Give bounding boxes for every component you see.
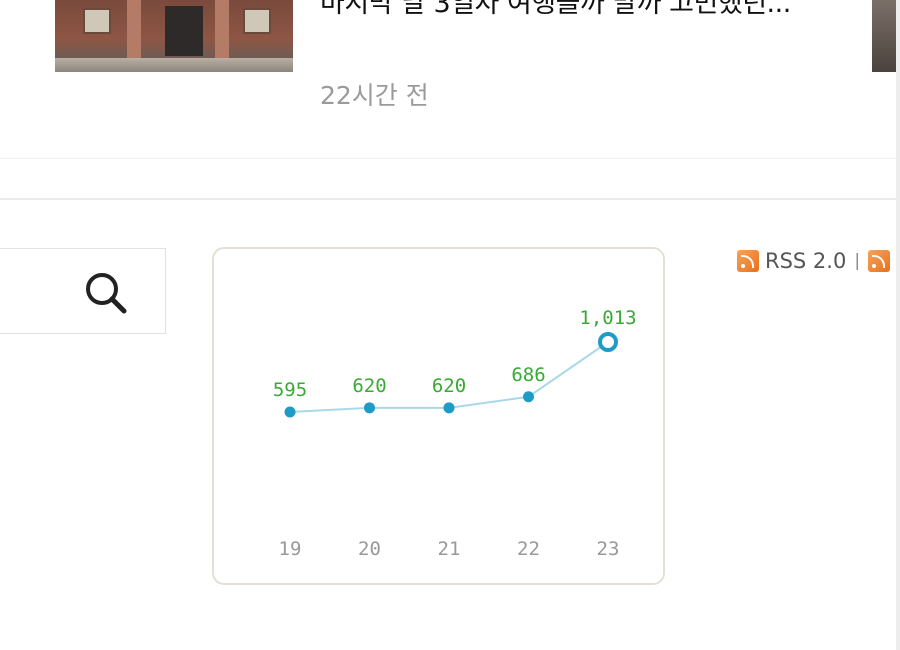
recent-articles-strip: 마지막 날 3일차 여행을까 말까 고민했던... 22시간 전 [0, 0, 900, 160]
x-tick-label: 19 [279, 538, 302, 560]
rss-separator: | [854, 251, 861, 271]
rss-icon[interactable] [868, 250, 891, 272]
thumbnail-window [83, 8, 111, 34]
data-label: 686 [511, 364, 545, 386]
data-label: 1,013 [579, 307, 636, 329]
x-tick-label: 20 [358, 538, 381, 560]
data-point[interactable] [443, 402, 455, 414]
data-label: 620 [432, 375, 466, 397]
rss-icon [737, 250, 759, 272]
article-thumbnail[interactable] [55, 0, 293, 72]
data-point[interactable] [598, 332, 618, 352]
article-time: 22시간 전 [320, 81, 429, 110]
x-tick-label: 23 [597, 538, 620, 560]
search-button[interactable] [82, 269, 130, 317]
x-tick-label: 21 [438, 538, 461, 560]
article-title[interactable]: 마지막 날 3일차 여행을까 말까 고민했던... [320, 0, 840, 26]
thumbnail-pillar [215, 0, 229, 60]
thumbnail-pillar [127, 0, 141, 60]
x-tick-label: 22 [517, 538, 540, 560]
data-point[interactable] [284, 406, 296, 418]
thumbnail-door [165, 6, 203, 56]
search-icon [86, 273, 127, 314]
search-input[interactable] [0, 249, 75, 333]
data-label: 620 [352, 375, 386, 397]
visitor-chart-svg: 595 19 620 20 620 21 686 22 1,013 23 [273, 307, 637, 560]
data-point[interactable] [523, 391, 534, 403]
rss-links: RSS 2.0 | [737, 248, 891, 274]
search-box [0, 248, 166, 334]
divider [0, 198, 900, 200]
visitor-chart: 595 19 620 20 620 21 686 22 1,013 23 [212, 247, 665, 585]
data-point[interactable] [364, 402, 375, 414]
scrollbar[interactable] [896, 0, 900, 650]
thumbnail-steps [55, 58, 293, 72]
divider [0, 158, 900, 159]
thumbnail-window [243, 8, 271, 34]
rss-link[interactable]: RSS 2.0 [765, 249, 846, 273]
data-label: 595 [273, 379, 307, 401]
